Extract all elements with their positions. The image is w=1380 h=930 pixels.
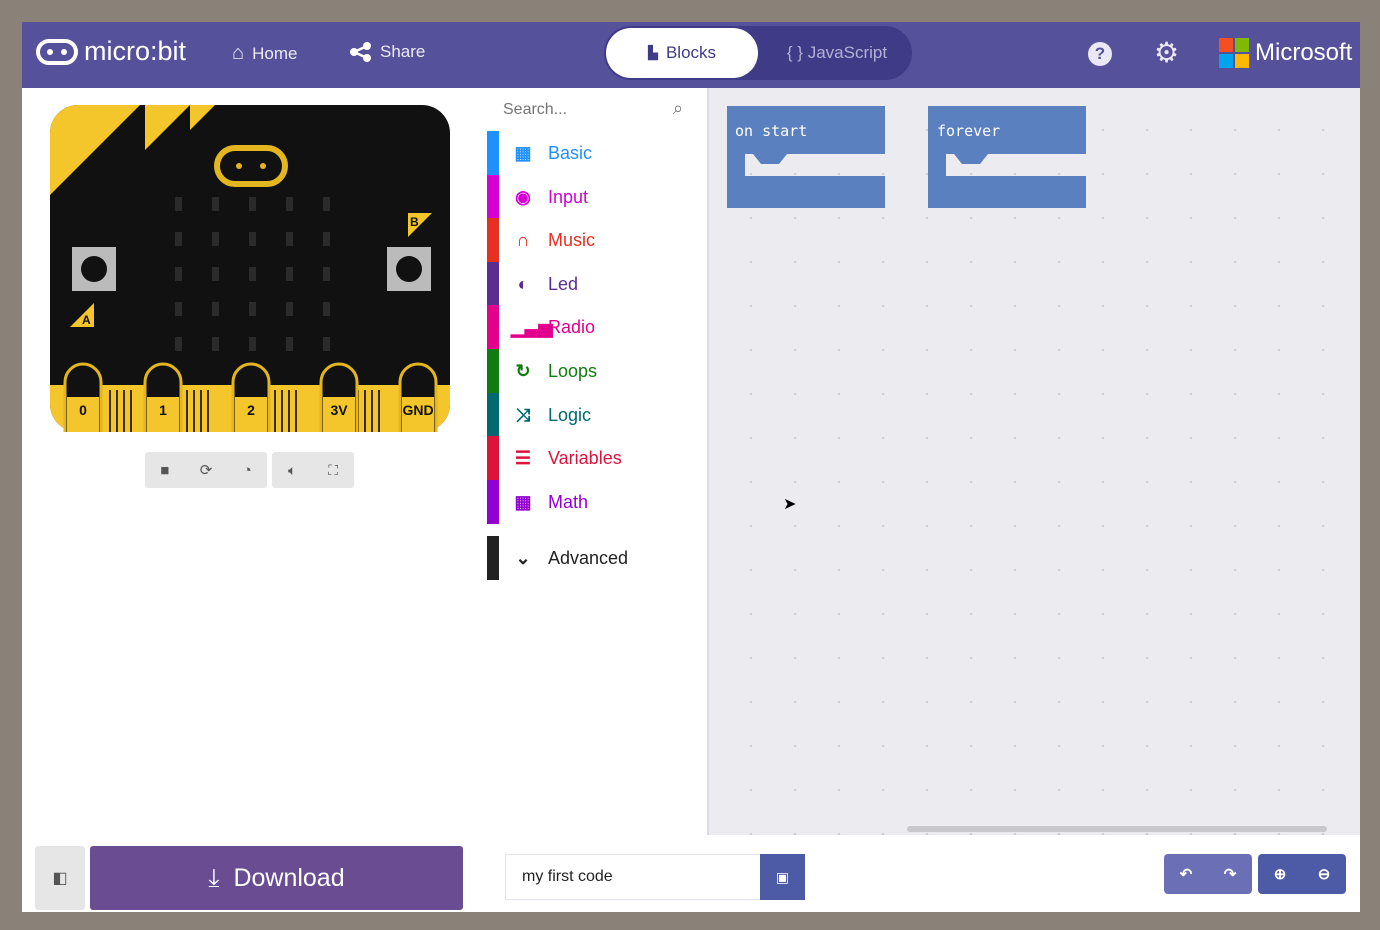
category-math[interactable]: ▦ Math [487, 480, 707, 524]
sim-controls-left: ■ ⟳ ◔ [145, 452, 267, 488]
pin-label: 1 [159, 402, 167, 418]
button-a-label: A [82, 313, 91, 327]
category-advanced[interactable]: ⌄ Advanced [487, 536, 707, 580]
category-music[interactable]: ∩ Music [487, 218, 707, 262]
pin-label: 0 [79, 402, 87, 418]
tab-javascript[interactable]: { } JavaScript [764, 28, 910, 78]
footer: ◧ ⤓Download ▣ ↶↷ ⊕⊖ [22, 835, 1360, 912]
brand-name: micro:bit [84, 36, 187, 66]
zoom-out-icon[interactable]: ⊖ [1318, 865, 1331, 883]
mouse-cursor-icon: ➤ [783, 496, 797, 513]
share-icon [350, 42, 371, 62]
pin-label: 2 [247, 402, 255, 418]
download-label: Download [233, 863, 345, 892]
share-button[interactable]: Share [350, 42, 425, 62]
microbit-logo[interactable]: micro:bit [36, 36, 186, 67]
save-icon: ▣ [775, 868, 790, 885]
tab-blocks-label: Blocks [665, 43, 717, 62]
collapse-icon: ◧ [52, 870, 68, 887]
home-icon: ⌂ [232, 42, 245, 64]
search-icon[interactable]: ⌕ [673, 98, 683, 119]
restart-icon[interactable]: ⟳ [200, 461, 213, 479]
block-label: on start [735, 122, 808, 140]
microsoft-label: Microsoft [1255, 39, 1353, 66]
help-icon[interactable]: ? [1088, 42, 1112, 66]
category-variables[interactable]: ☰ Variables [487, 436, 707, 480]
microbit-logo-icon [36, 38, 78, 65]
microsoft-logo-icon [1219, 38, 1249, 68]
block-label: forever [937, 122, 1001, 140]
category-logic[interactable]: ⤨ Logic [487, 393, 707, 437]
save-button[interactable]: ▣ [760, 854, 805, 900]
header: micro:bit ⌂ Home Share ▙ Blocks { } JavaSc… [22, 22, 1360, 88]
signal-icon: ▁▃▅ [511, 316, 553, 337]
collapse-simulator-button[interactable]: ◧ [35, 846, 85, 910]
category-basic[interactable]: ▦ Basic [487, 131, 707, 175]
home-label: Home [252, 43, 298, 63]
fullscreen-icon[interactable]: ⛶ [328, 462, 338, 479]
editor-toggle: ▙ Blocks { } JavaScript [604, 26, 912, 80]
category-led[interactable]: ◐ Led [487, 262, 707, 306]
search-input[interactable] [503, 98, 673, 122]
app: micro:bit ⌂ Home Share ▙ Blocks { } JavaSc… [22, 22, 1360, 912]
stop-icon[interactable]: ■ [160, 462, 169, 479]
button-b[interactable] [387, 247, 431, 291]
mute-icon[interactable]: 🔈︎ [288, 462, 296, 479]
category-loops[interactable]: ↻ Loops [487, 349, 707, 393]
puzzle-icon: ▙ [647, 45, 658, 60]
zoom-group: ⊕ ⊖ [1258, 854, 1346, 894]
download-icon: ⤓ [208, 863, 220, 892]
pin-label: GND [402, 402, 433, 418]
slow-mo-icon[interactable]: ◔ [243, 462, 252, 479]
blocks-workspace[interactable]: on start forever ➤ [707, 88, 1360, 835]
settings-icon[interactable]: ⚙ [1154, 36, 1179, 69]
tab-blocks[interactable]: ▙ Blocks [606, 28, 758, 78]
horizontal-scrollbar[interactable] [907, 826, 1327, 832]
shuffle-icon: ⤨ [515, 404, 531, 425]
toggle-icon: ◐ [517, 273, 529, 294]
redo-icon[interactable]: ↷ [1224, 865, 1237, 883]
refresh-icon: ↻ [515, 360, 531, 381]
chevron-down-icon: ⌄ [515, 547, 531, 568]
list-icon: ☰ [514, 447, 532, 468]
button-b-label: B [410, 215, 419, 229]
category-input[interactable]: ◉ Input [487, 175, 707, 219]
target-icon: ◉ [515, 186, 531, 207]
category-radio[interactable]: ▁▃▅ Radio [487, 305, 707, 349]
download-button[interactable]: ⤓ Download [90, 846, 463, 910]
project-name-input[interactable] [505, 854, 761, 900]
zoom-in-icon[interactable]: ⊕ [1274, 865, 1287, 883]
microbit-simulator[interactable]: A B 0 1 2 3V GND [50, 105, 450, 432]
microsoft-logo[interactable]: Microsoft [1219, 38, 1352, 68]
toolbox: ⌕ ▦Basic ◉Input ∩Music ◐Led ▁▃▅Radio ↻Lo… [487, 88, 707, 838]
button-a[interactable] [72, 247, 116, 291]
undo-icon[interactable]: ↶ [1180, 865, 1193, 883]
calculator-icon: ▦ [514, 491, 532, 512]
undo-redo-group: ↶ ↷ [1164, 854, 1252, 894]
share-label: Share [380, 42, 426, 61]
grid-icon: ▦ [514, 142, 532, 163]
home-button[interactable]: ⌂ Home [232, 42, 297, 65]
headphones-icon: ∩ [516, 229, 530, 250]
sim-controls-right: 🔈︎ ⛶ [272, 452, 354, 488]
pin-label: 3V [330, 402, 348, 418]
